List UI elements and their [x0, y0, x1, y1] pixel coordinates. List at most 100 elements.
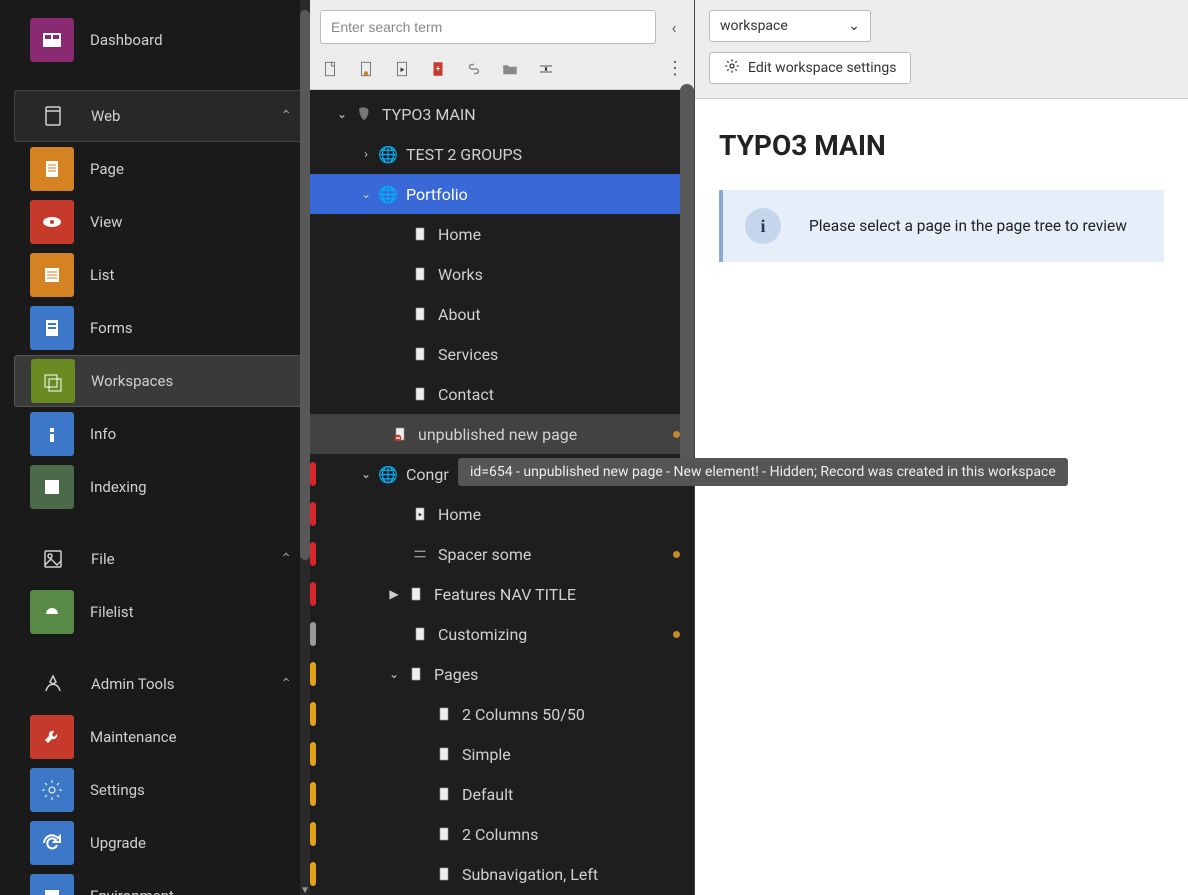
sidebar-group-web[interactable]: Web ⌃ — [14, 90, 309, 142]
sidebar-item-environment[interactable]: Environment — [14, 870, 309, 895]
workspace-marker-grey-icon — [310, 622, 316, 646]
view-icon — [30, 200, 74, 244]
tree-node-portfolio[interactable]: ⌄ 🌐 Portfolio — [310, 174, 694, 214]
chevron-down-icon[interactable]: ⌄ — [386, 667, 402, 681]
tree-node-home2[interactable]: Home — [310, 494, 694, 534]
sidebar-item-label: Upgrade — [90, 834, 146, 852]
tree-label: Simple — [462, 745, 511, 764]
page-icon — [410, 304, 430, 324]
module-sidebar: ▲ ▼ Dashboard Web ⌃ Page View List Forms… — [0, 0, 310, 895]
tree-node-simple[interactable]: Simple — [310, 734, 694, 774]
sidebar-item-filelist[interactable]: Filelist — [14, 586, 309, 638]
tree-node-contact[interactable]: Contact — [310, 374, 694, 414]
sidebar-group-admin[interactable]: Admin Tools ⌃ — [14, 658, 309, 710]
page-icon — [434, 864, 454, 884]
tree-node-pages[interactable]: ⌄ Pages — [310, 654, 694, 694]
tree-node-unpublished[interactable]: unpublished new page — [310, 414, 694, 454]
tree-label: Customizing — [438, 625, 527, 644]
tree-node-2col50[interactable]: 2 Columns 50/50 — [310, 694, 694, 734]
edit-workspace-label: Edit workspace settings — [748, 60, 896, 76]
new-page-icon[interactable] — [320, 59, 340, 79]
workspace-marker-orange-icon — [310, 742, 316, 766]
chevron-right-icon[interactable]: › — [358, 147, 374, 161]
workspace-change-dot-icon — [673, 431, 680, 438]
upgrade-icon — [30, 821, 74, 865]
tree-node-about[interactable]: About — [310, 294, 694, 334]
tree-node-features[interactable]: ▶ Features NAV TITLE — [310, 574, 694, 614]
tree-label: Spacer some — [438, 545, 531, 564]
sidebar-group-file[interactable]: File ⌃ — [14, 533, 309, 585]
tree-scrollbar-track — [680, 84, 694, 895]
new-spacer-icon[interactable] — [536, 59, 556, 79]
info-icon — [30, 412, 74, 456]
new-user-page-icon[interactable] — [356, 59, 376, 79]
more-options-icon[interactable]: ⋮ — [666, 58, 684, 79]
page-tree-panel: ‹ + ⋮ ⌄ TYPO3 MAIN › 🌐 TEST 2 GROUPS ⌄ 🌐… — [310, 0, 695, 895]
chevron-down-icon[interactable]: ⌄ — [358, 467, 374, 481]
environment-icon — [30, 874, 74, 895]
workspace-content: TYPO3 MAIN i Please select a page in the… — [695, 99, 1188, 292]
new-link-icon[interactable] — [464, 59, 484, 79]
new-folder-icon[interactable] — [500, 59, 520, 79]
sidebar-item-view[interactable]: View — [14, 196, 309, 248]
sidebar-item-label: Settings — [90, 781, 145, 799]
sidebar-item-label: List — [90, 266, 114, 284]
tree-label: TYPO3 MAIN — [382, 105, 476, 124]
edit-workspace-button[interactable]: Edit workspace settings — [709, 52, 911, 84]
tree-toolbar: ‹ + ⋮ — [310, 0, 694, 90]
typo3-icon — [354, 104, 374, 124]
sidebar-item-label: Forms — [90, 319, 133, 337]
tree-node-services[interactable]: Services — [310, 334, 694, 374]
sidebar-item-upgrade[interactable]: Upgrade — [14, 817, 309, 869]
tree-node-works[interactable]: Works — [310, 254, 694, 294]
sidebar-dashboard[interactable]: Dashboard — [14, 10, 309, 70]
sidebar-item-maintenance[interactable]: Maintenance — [14, 711, 309, 763]
sidebar-item-list[interactable]: List — [14, 249, 309, 301]
tree-label: Home — [438, 225, 481, 244]
sidebar-item-settings[interactable]: Settings — [14, 764, 309, 816]
tree-node-spacer[interactable]: Spacer some — [310, 534, 694, 574]
sidebar-item-indexing[interactable]: Indexing — [14, 461, 309, 513]
workspace-selector[interactable]: workspace ⌄ — [709, 10, 871, 42]
tree-node-home[interactable]: Home — [310, 214, 694, 254]
tree-root[interactable]: ⌄ TYPO3 MAIN — [310, 94, 694, 134]
tree-node-subnav[interactable]: Subnavigation, Left — [310, 854, 694, 894]
tree-search-input[interactable] — [320, 10, 656, 44]
page-icon — [410, 384, 430, 404]
chevron-up-icon: ⌃ — [280, 676, 292, 692]
page-icon — [434, 744, 454, 764]
tree-node-customizing[interactable]: Customizing — [310, 614, 694, 654]
tree-body: ⌄ TYPO3 MAIN › 🌐 TEST 2 GROUPS ⌄ 🌐 Portf… — [310, 90, 694, 895]
sidebar-item-workspaces[interactable]: Workspaces — [14, 355, 309, 407]
sidebar-item-label: Maintenance — [90, 728, 177, 746]
workspace-marker-orange-icon — [310, 862, 316, 886]
tree-node-default[interactable]: Default — [310, 774, 694, 814]
gear-icon — [724, 58, 740, 78]
sidebar-item-info[interactable]: Info — [14, 408, 309, 460]
tree-label: Home — [438, 505, 481, 524]
sidebar-item-forms[interactable]: Forms — [14, 302, 309, 354]
workspace-marker-orange-icon — [310, 822, 316, 846]
sidebar-item-page[interactable]: Page — [14, 143, 309, 195]
admin-group-icon — [31, 662, 75, 706]
chevron-down-icon[interactable]: ⌄ — [358, 187, 374, 201]
tree-scrollbar-thumb[interactable] — [680, 84, 694, 464]
workspace-change-dot-icon — [673, 551, 680, 558]
new-mount-icon[interactable]: + — [428, 59, 448, 79]
sidebar-scrollbar-thumb[interactable] — [300, 10, 310, 560]
chevron-right-icon[interactable]: ▶ — [386, 587, 402, 601]
filelist-icon — [30, 590, 74, 634]
web-group-icon — [31, 94, 75, 138]
scroll-down-arrow[interactable]: ▼ — [300, 885, 310, 895]
page-icon — [410, 624, 430, 644]
collapse-tree-icon[interactable]: ‹ — [664, 18, 684, 37]
tree-node-test2[interactable]: › 🌐 TEST 2 GROUPS — [310, 134, 694, 174]
page-icon — [406, 584, 426, 604]
chevron-down-icon[interactable]: ⌄ — [334, 107, 350, 121]
sidebar-item-label: Info — [90, 425, 116, 443]
tree-node-2col[interactable]: 2 Columns — [310, 814, 694, 854]
sidebar-group-file-label: File — [91, 550, 115, 568]
workspace-change-dot-icon — [673, 631, 680, 638]
chevron-down-icon: ⌄ — [848, 18, 860, 34]
new-shortcut-icon[interactable] — [392, 59, 412, 79]
